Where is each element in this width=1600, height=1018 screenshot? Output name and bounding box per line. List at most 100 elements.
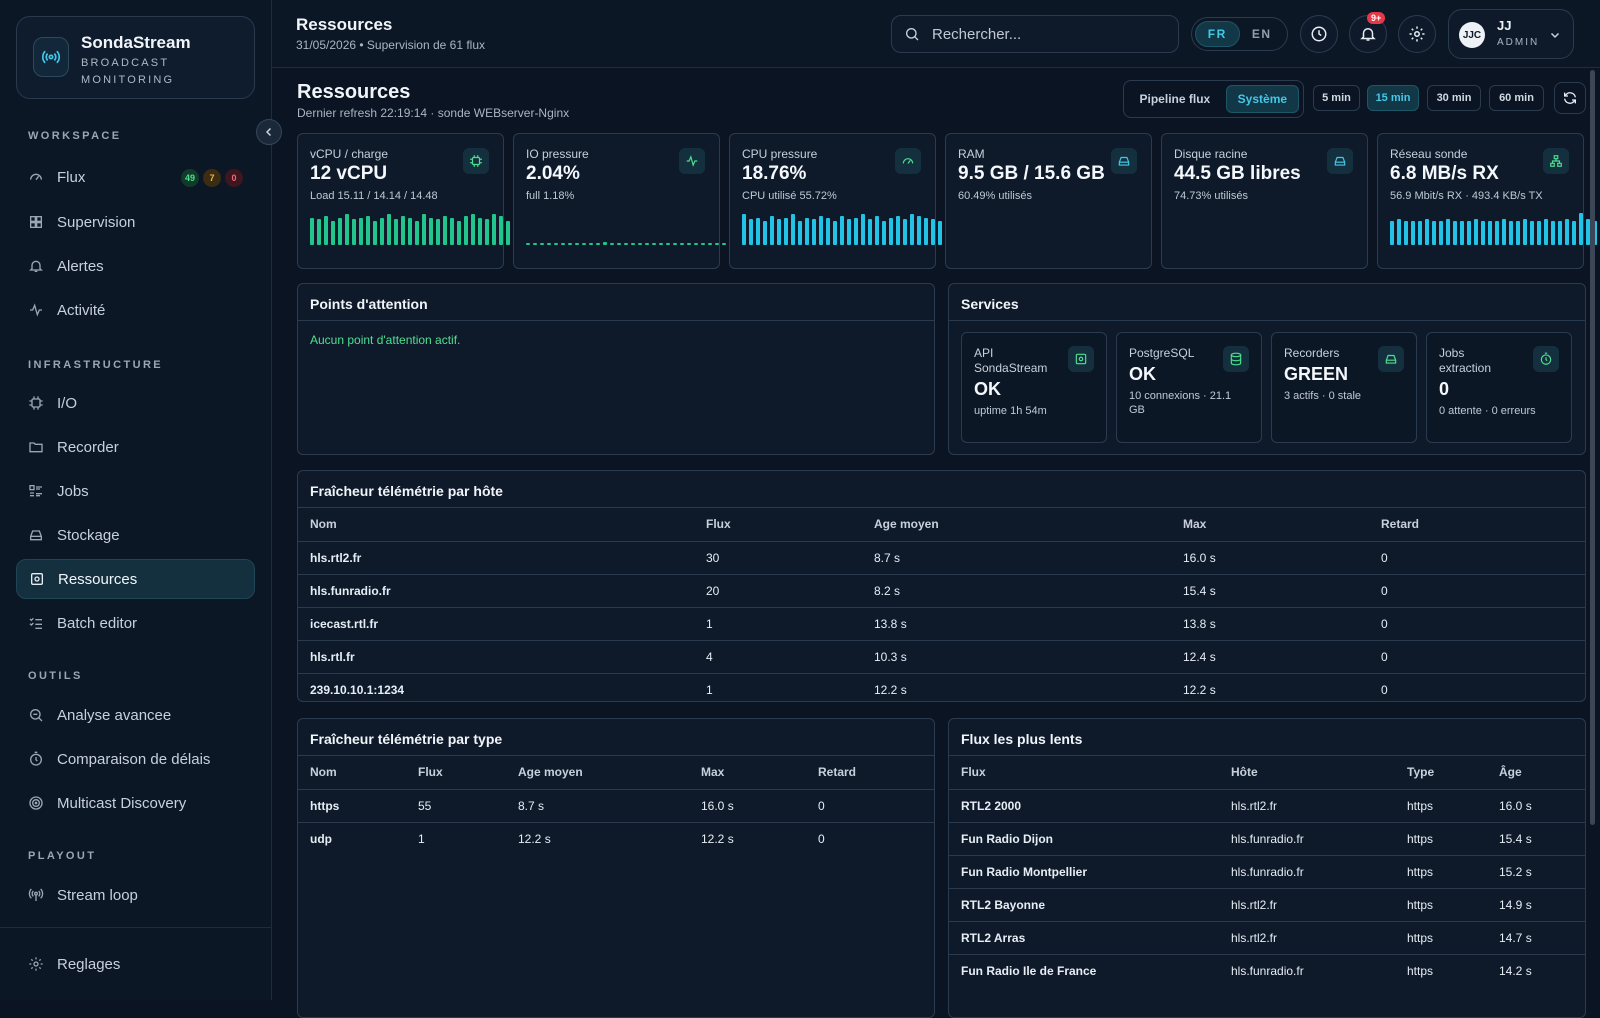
range-30-min-button[interactable]: 30 min (1427, 85, 1481, 111)
search-input[interactable] (932, 25, 1152, 43)
search-box[interactable] (891, 15, 1179, 53)
spark-bar (1432, 221, 1436, 245)
cell: https (1395, 855, 1487, 889)
spark-bar (1572, 221, 1576, 245)
topbar-title: Ressources (296, 15, 393, 34)
sidebar-item-comparaison-delais[interactable]: Comparaison de délais (16, 739, 255, 779)
spark-bar (896, 216, 900, 245)
sidebar-item-label: Jobs (57, 482, 89, 500)
service-label: Jobs extraction (1439, 346, 1492, 375)
table-row[interactable]: Fun Radio Montpellier hls.funradio.fr http… (949, 855, 1585, 889)
spark-bar (882, 221, 886, 245)
column-header: Nom (298, 508, 694, 542)
cell: 0 (1369, 640, 1585, 674)
sidebar-item-recorder[interactable]: Recorder (16, 427, 255, 467)
history-button[interactable] (1300, 15, 1338, 53)
kpi-label: vCPU / charge (310, 147, 389, 161)
slowest-flux-title: Flux les plus lents (949, 719, 1585, 756)
service-label: API SondaStream (974, 346, 1048, 375)
range-5-min-button[interactable]: 5 min (1313, 85, 1360, 111)
spark-bar (868, 219, 872, 245)
column-header: Flux (406, 756, 506, 790)
table-row[interactable]: Fun Radio Ile de France hls.funradio.fr ht… (949, 954, 1585, 987)
folder-icon (29, 442, 43, 453)
sidebar-item-multicast-discovery[interactable]: Multicast Discovery (16, 783, 255, 823)
sidebar-item-analyse-avancee[interactable]: Analyse avancee (16, 695, 255, 735)
cell: https (298, 789, 406, 823)
table-row[interactable]: RTL2 2000 hls.rtl2.fr https 16.0 s (949, 789, 1585, 823)
column-header: Flux (694, 508, 862, 542)
service-value: 0 (1439, 379, 1450, 399)
spark-bar (833, 221, 837, 245)
sidebar-item-stream-loop[interactable]: Stream loop (16, 875, 255, 915)
sidebar-item-batch-editor[interactable]: Batch editor (16, 603, 255, 643)
refresh-button[interactable] (1554, 82, 1586, 114)
lang-fr-button[interactable]: FR (1195, 21, 1240, 47)
bell-icon (29, 260, 43, 272)
kpi-label: CPU pressure (742, 147, 818, 161)
spark-bar (847, 219, 851, 245)
sidebar-item-stockage[interactable]: Stockage (16, 515, 255, 555)
spark-bar (694, 243, 698, 245)
sidebar-item-label: Multicast Discovery (57, 794, 187, 812)
kpi-vcpu-card: vCPU / charge 12 vCPU Load 15.11 / 14.14… (297, 133, 517, 269)
cell: 55 (406, 789, 506, 823)
collapse-sidebar-button[interactable] (256, 119, 282, 145)
service-sub: 3 actifs · 0 stale (1284, 390, 1362, 402)
spark-bar (645, 243, 649, 245)
sidebar-item-io[interactable]: I/O (16, 383, 255, 423)
spark-bar (589, 243, 593, 245)
cell: Fun Radio Dijon (949, 822, 1219, 856)
brand-card[interactable]: SondaStream BROADCAST MONITORING (16, 16, 255, 99)
section-playout: PLAYOUT (28, 850, 97, 862)
sidebar-item-alertes[interactable]: Alertes (16, 246, 255, 286)
mode-pipeline-flux-button[interactable]: Pipeline flux (1128, 85, 1222, 113)
range-15-min-button[interactable]: 15 min (1367, 85, 1419, 111)
cell: 15.4 s (1487, 822, 1585, 856)
cell: https (1395, 789, 1487, 823)
service-sub: uptime 1h 54m (974, 405, 1047, 417)
sidebar-item-ressources[interactable]: Ressources (16, 559, 255, 599)
slowest-flux-table: Flux Hôte Type Âge RTL2 2000 hls.rtl2.fr h… (949, 756, 1585, 987)
spark-bar (910, 214, 914, 245)
range-60-min-button[interactable]: 60 min (1489, 85, 1544, 111)
scrollbar[interactable] (1590, 70, 1595, 825)
spark-bar (401, 216, 405, 245)
sidebar-item-supervision[interactable]: Supervision (16, 202, 255, 242)
attention-empty-message: Aucun point d'attention actif. (310, 333, 461, 347)
lang-en-button[interactable]: EN (1240, 21, 1284, 47)
mode-systeme-button[interactable]: Système (1225, 85, 1299, 113)
table-row[interactable]: Fun Radio Dijon hls.funradio.fr https 15.4 … (949, 822, 1585, 856)
spark-bar (499, 216, 503, 245)
kpi-sub: 74.73% utilisés (1174, 190, 1248, 202)
sidebar-item-activite[interactable]: Activité (16, 290, 255, 330)
language-switch: FR EN (1191, 17, 1288, 51)
main-content: Ressources Dernier refresh 22:19:14 · so… (272, 68, 1600, 1018)
sidebar-item-jobs[interactable]: Jobs (16, 471, 255, 511)
spark-bar (875, 216, 879, 245)
gear-icon (29, 957, 43, 971)
sidebar-item-reglages[interactable]: Reglages (16, 944, 255, 984)
table-row[interactable]: RTL2 Bayonne hls.rtl2.fr https 14.9 s (949, 888, 1585, 922)
kpi-sub: Load 15.11 / 14.14 / 14.48 (310, 190, 438, 202)
spark-bar (805, 218, 809, 245)
spark-bar (387, 214, 391, 245)
spark-bar (924, 218, 928, 245)
spark-bar (1502, 219, 1506, 245)
table-row[interactable]: RTL2 Arras hls.rtl2.fr https 14.7 s (949, 921, 1585, 955)
sidebar-item-label: Alertes (57, 257, 104, 275)
avatar: JJC (1459, 22, 1485, 48)
sidebar-item-flux[interactable]: Flux 49 7 0 (16, 157, 255, 197)
service-label: PostgreSQL (1129, 346, 1195, 360)
settings-button[interactable] (1398, 15, 1436, 53)
spark-bar (1474, 219, 1478, 245)
spark-bar (840, 216, 844, 245)
refresh-icon (1564, 92, 1576, 104)
cell: 8.7 s (506, 789, 689, 823)
user-menu[interactable]: JJC JJ ADMIN (1448, 9, 1574, 59)
spark-bar (791, 214, 795, 245)
spark-bar (422, 214, 426, 245)
cell: 13.8 s (862, 607, 1171, 641)
spark-bar (631, 243, 635, 245)
cell: 1 (706, 682, 713, 697)
